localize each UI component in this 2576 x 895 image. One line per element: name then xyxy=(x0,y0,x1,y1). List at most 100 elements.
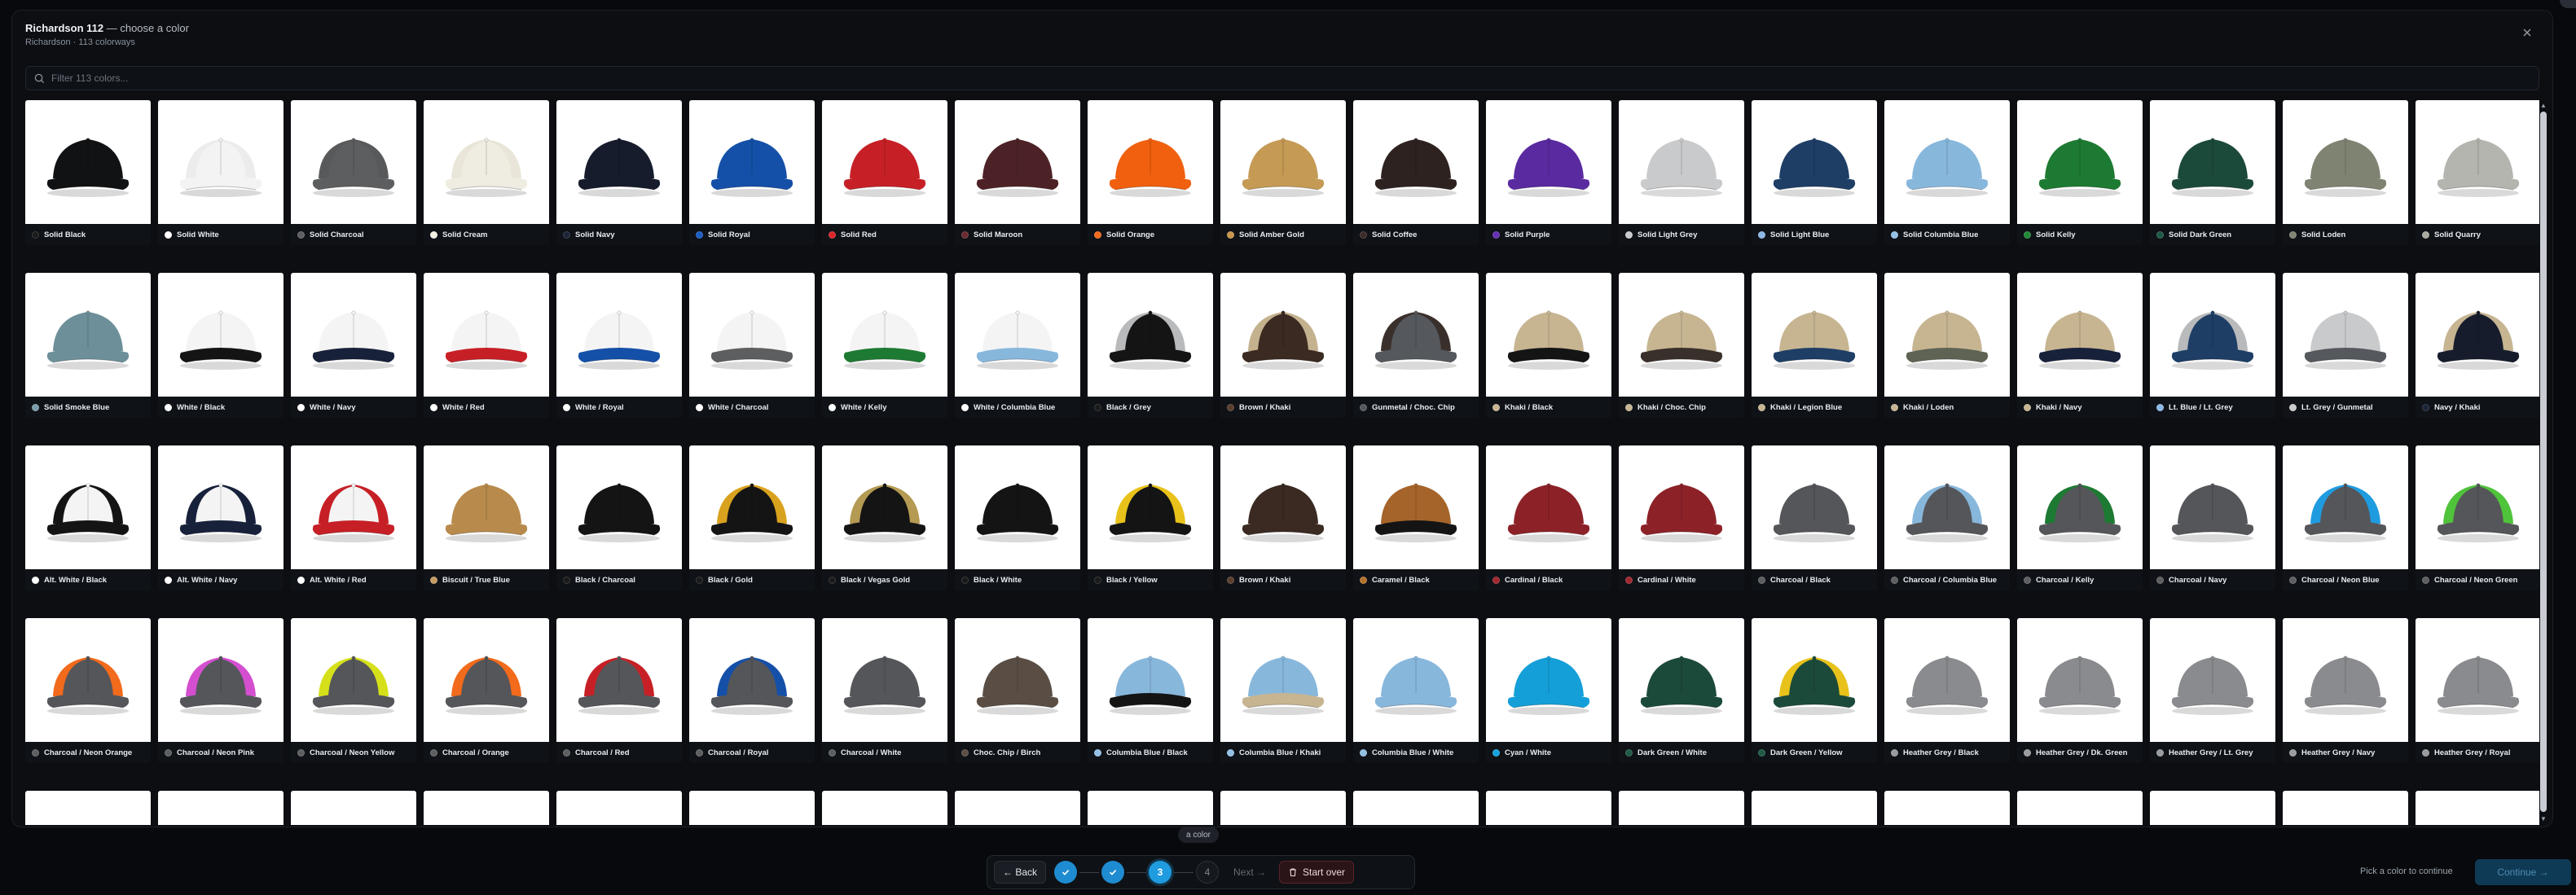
scrollbar[interactable]: ▲ ▼ xyxy=(2538,100,2549,825)
color-tile[interactable]: Khaki / Choc. Chip xyxy=(1619,273,1744,418)
color-tile[interactable]: Charcoal / Neon Green xyxy=(2416,445,2539,590)
color-tile[interactable]: Solid Maroon xyxy=(955,100,1080,245)
color-tile[interactable]: Caramel / Black xyxy=(1353,445,1479,590)
step-1-indicator[interactable] xyxy=(1054,861,1078,884)
color-tile[interactable] xyxy=(1486,791,1611,825)
color-tile[interactable]: Solid Kelly xyxy=(2017,100,2143,245)
color-tile[interactable]: Charcoal / Neon Orange xyxy=(25,618,151,763)
color-tile[interactable]: Solid Coffee xyxy=(1353,100,1479,245)
color-tile[interactable]: Heather Grey / Navy xyxy=(2283,618,2408,763)
color-tile[interactable]: Charcoal / White xyxy=(822,618,947,763)
color-tile[interactable]: Black / White xyxy=(955,445,1080,590)
scroll-thumb[interactable] xyxy=(2540,112,2547,812)
color-tile[interactable] xyxy=(291,791,416,825)
color-tile[interactable]: Solid Columbia Blue xyxy=(1884,100,2010,245)
step-2-indicator[interactable] xyxy=(1101,861,1125,884)
color-tile[interactable]: Dark Green / Yellow xyxy=(1752,618,1877,763)
color-tile[interactable]: Solid Purple xyxy=(1486,100,1611,245)
color-tile[interactable] xyxy=(1752,791,1877,825)
color-tile[interactable]: Solid White xyxy=(158,100,284,245)
color-tile[interactable] xyxy=(1353,791,1479,825)
color-tile[interactable]: White / Navy xyxy=(291,273,416,418)
color-tile[interactable]: Charcoal / Columbia Blue xyxy=(1884,445,2010,590)
color-tile[interactable]: Cardinal / White xyxy=(1619,445,1744,590)
color-tile[interactable]: White / Columbia Blue xyxy=(955,273,1080,418)
color-tile[interactable] xyxy=(1220,791,1346,825)
color-tile[interactable]: Black / Yellow xyxy=(1088,445,1213,590)
color-tile[interactable]: Charcoal / Neon Yellow xyxy=(291,618,416,763)
color-tile[interactable] xyxy=(424,791,549,825)
color-tile[interactable]: Solid Red xyxy=(822,100,947,245)
color-tile[interactable]: Alt. White / Black xyxy=(25,445,151,590)
color-tile[interactable] xyxy=(556,791,682,825)
color-tile[interactable]: White / Black xyxy=(158,273,284,418)
color-tile[interactable]: Charcoal / Neon Blue xyxy=(2283,445,2408,590)
color-tile[interactable]: Charcoal / Neon Pink xyxy=(158,618,284,763)
color-tile[interactable]: White / Red xyxy=(424,273,549,418)
color-tile[interactable]: Heather Grey / Black xyxy=(1884,618,2010,763)
close-button[interactable] xyxy=(2518,24,2536,42)
color-tile[interactable] xyxy=(158,791,284,825)
color-tile[interactable]: Alt. White / Red xyxy=(291,445,416,590)
color-tile[interactable] xyxy=(955,791,1080,825)
color-tile[interactable]: Charcoal / Kelly xyxy=(2017,445,2143,590)
color-tile[interactable] xyxy=(1884,791,2010,825)
color-tile[interactable]: Solid Quarry xyxy=(2416,100,2539,245)
color-tile[interactable]: Charcoal / Navy xyxy=(2150,445,2275,590)
color-tile[interactable]: Khaki / Navy xyxy=(2017,273,2143,418)
start-over-button[interactable]: Start over xyxy=(1279,861,1355,884)
color-tile[interactable] xyxy=(1619,791,1744,825)
color-tile[interactable]: Black / Charcoal xyxy=(556,445,682,590)
color-tile[interactable]: Charcoal / Red xyxy=(556,618,682,763)
color-tile[interactable]: Solid Loden xyxy=(2283,100,2408,245)
color-tile[interactable] xyxy=(1088,791,1213,825)
search-input[interactable] xyxy=(51,72,540,84)
color-tile[interactable]: Solid Amber Gold xyxy=(1220,100,1346,245)
color-tile[interactable] xyxy=(2017,791,2143,825)
color-tile[interactable]: Cardinal / Black xyxy=(1486,445,1611,590)
color-tile[interactable]: Black / Vegas Gold xyxy=(822,445,947,590)
color-tile[interactable]: Black / Grey xyxy=(1088,273,1213,418)
color-tile[interactable]: Black / Gold xyxy=(689,445,815,590)
color-tile[interactable]: Solid Orange xyxy=(1088,100,1213,245)
color-tile[interactable]: Solid Dark Green xyxy=(2150,100,2275,245)
back-button[interactable]: ← Back xyxy=(994,861,1047,884)
color-tile[interactable]: Khaki / Loden xyxy=(1884,273,2010,418)
color-tile[interactable]: Solid Navy xyxy=(556,100,682,245)
color-tile[interactable]: Choc. Chip / Birch xyxy=(955,618,1080,763)
continue-button[interactable]: Continue → xyxy=(2475,859,2571,885)
color-tile[interactable] xyxy=(822,791,947,825)
color-tile[interactable]: White / Royal xyxy=(556,273,682,418)
color-tile[interactable]: Solid Charcoal xyxy=(291,100,416,245)
color-tile[interactable]: Charcoal / Royal xyxy=(689,618,815,763)
color-tile[interactable]: Solid Royal xyxy=(689,100,815,245)
color-tile[interactable]: Charcoal / Black xyxy=(1752,445,1877,590)
color-tile[interactable]: Gunmetal / Choc. Chip xyxy=(1353,273,1479,418)
color-tile[interactable]: Solid Light Grey xyxy=(1619,100,1744,245)
color-tile[interactable]: Heather Grey / Royal xyxy=(2416,618,2539,763)
color-tile[interactable] xyxy=(2150,791,2275,825)
color-tile[interactable]: Solid Cream xyxy=(424,100,549,245)
color-tile[interactable]: Lt. Grey / Gunmetal xyxy=(2283,273,2408,418)
next-button[interactable]: Next → xyxy=(1225,861,1274,884)
color-tile[interactable]: Columbia Blue / White xyxy=(1353,618,1479,763)
scroll-down-icon[interactable]: ▼ xyxy=(2539,815,2547,823)
color-tile[interactable] xyxy=(25,791,151,825)
color-tile[interactable]: Solid Light Blue xyxy=(1752,100,1877,245)
color-tile[interactable]: White / Charcoal xyxy=(689,273,815,418)
color-tile[interactable]: Brown / Khaki xyxy=(1220,445,1346,590)
color-tile[interactable] xyxy=(2283,791,2408,825)
color-tile[interactable] xyxy=(2416,791,2539,825)
color-tile[interactable]: Columbia Blue / Black xyxy=(1088,618,1213,763)
color-tile[interactable]: White / Kelly xyxy=(822,273,947,418)
color-tile[interactable]: Charcoal / Orange xyxy=(424,618,549,763)
color-tile[interactable]: Dark Green / White xyxy=(1619,618,1744,763)
color-tile[interactable] xyxy=(689,791,815,825)
color-tile[interactable]: Alt. White / Navy xyxy=(158,445,284,590)
color-tile[interactable]: Khaki / Black xyxy=(1486,273,1611,418)
color-tile[interactable]: Biscuit / True Blue xyxy=(424,445,549,590)
color-tile[interactable]: Brown / Khaki xyxy=(1220,273,1346,418)
color-tile[interactable]: Cyan / White xyxy=(1486,618,1611,763)
color-tile[interactable]: Navy / Khaki xyxy=(2416,273,2539,418)
color-tile[interactable]: Khaki / Legion Blue xyxy=(1752,273,1877,418)
